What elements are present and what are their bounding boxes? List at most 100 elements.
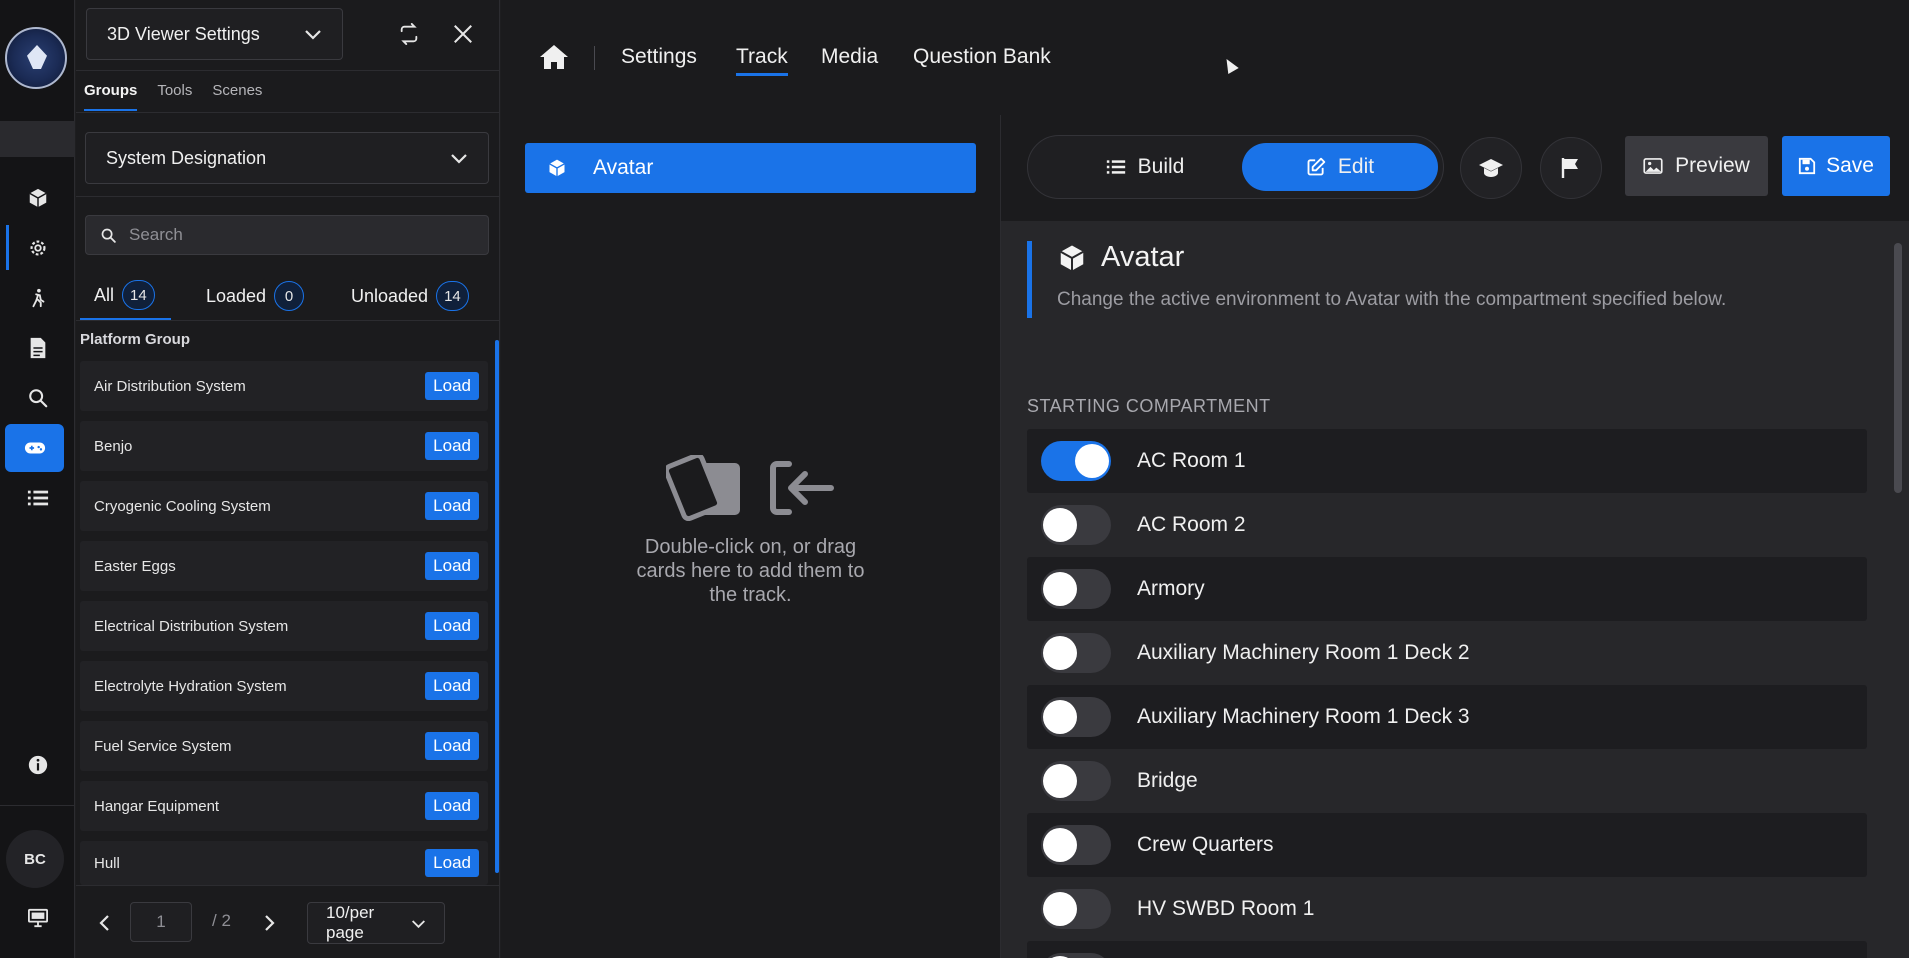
compartment-toggle[interactable] xyxy=(1041,441,1111,481)
nav-media[interactable]: Media xyxy=(821,45,878,69)
compartment-toggle[interactable] xyxy=(1041,889,1111,929)
load-button[interactable]: Load xyxy=(425,432,479,460)
filter-loaded-label: Loaded xyxy=(206,285,267,306)
item-name: Electrical Distribution System xyxy=(94,617,289,635)
filter-loaded[interactable]: Loaded 0 xyxy=(206,272,305,320)
preview-label: Preview xyxy=(1675,154,1750,177)
filters-divider xyxy=(76,320,500,321)
rail-item-document[interactable] xyxy=(0,324,75,372)
editor-scrollbar[interactable] xyxy=(1894,243,1902,493)
compartment-toggle[interactable] xyxy=(1041,761,1111,801)
nav-divider xyxy=(594,46,595,70)
tab-tools[interactable]: Tools xyxy=(157,82,192,111)
editor-column: Build Edit Preview Save Avatar Change th… xyxy=(1000,115,1909,958)
compartment-name: Auxiliary Machinery Room 1 Deck 2 xyxy=(1137,641,1470,664)
nav-question-bank[interactable]: Question Bank xyxy=(913,45,1051,69)
list-scrollbar[interactable] xyxy=(495,340,499,873)
per-page-select[interactable]: 10/per page xyxy=(307,902,445,944)
user-avatar[interactable]: BC xyxy=(6,830,64,888)
compartment-toggle[interactable] xyxy=(1041,697,1111,737)
toggle-knob xyxy=(1043,700,1077,734)
compartment-row[interactable]: Auxiliary Machinery Room 1 Deck 2 xyxy=(1027,621,1867,685)
rail-item-list[interactable] xyxy=(0,474,75,522)
load-button[interactable]: Load xyxy=(425,492,479,520)
compartment-row[interactable]: AC Room 2 xyxy=(1027,493,1867,557)
list-item: Fuel Service System Load xyxy=(80,721,488,771)
rail-item-gamepad[interactable] xyxy=(5,424,64,472)
rail-item-walk[interactable] xyxy=(0,274,75,322)
compartment-row[interactable]: Bridge xyxy=(1027,749,1867,813)
chevron-right-icon[interactable] xyxy=(264,914,276,932)
track-dropzone[interactable]: Double-click on, or drag cards here to a… xyxy=(501,452,1000,607)
search-input[interactable] xyxy=(129,225,469,245)
rail-item-info[interactable] xyxy=(0,741,75,789)
compartment-name: Crew Quarters xyxy=(1137,833,1274,856)
load-button[interactable]: Load xyxy=(425,612,479,640)
home-icon[interactable] xyxy=(539,44,569,70)
load-button[interactable]: Load xyxy=(425,732,479,760)
rail-item-search[interactable] xyxy=(0,374,75,422)
filter-unloaded-label: Unloaded xyxy=(351,285,429,306)
user-initials: BC xyxy=(24,850,46,868)
save-button[interactable]: Save xyxy=(1782,136,1890,196)
pager-divider xyxy=(76,885,500,886)
filter-unloaded[interactable]: Unloaded 14 xyxy=(351,272,469,320)
load-button[interactable]: Load xyxy=(425,552,479,580)
refresh-button[interactable] xyxy=(389,14,429,54)
preview-button[interactable]: Preview xyxy=(1625,136,1768,196)
group-heading: Platform Group xyxy=(80,331,191,348)
card-title: Avatar xyxy=(1101,241,1185,273)
training-mode-button[interactable] xyxy=(1460,137,1522,199)
gear-icon xyxy=(29,240,46,256)
load-button[interactable]: Load xyxy=(425,849,479,877)
nav-track[interactable]: Track xyxy=(736,45,788,76)
cube-icon xyxy=(549,159,565,177)
load-button[interactable]: Load xyxy=(425,672,479,700)
card-title-row: Avatar xyxy=(1057,241,1867,274)
chevron-left-icon[interactable] xyxy=(98,914,110,932)
compartment-row[interactable]: Crew Quarters xyxy=(1027,813,1867,877)
build-button[interactable]: Build xyxy=(1086,143,1204,191)
save-label: Save xyxy=(1826,154,1874,177)
card-heading: Avatar Change the active environment to … xyxy=(1027,241,1867,318)
compartment-toggle[interactable] xyxy=(1041,569,1111,609)
edit-button[interactable]: Edit xyxy=(1242,143,1438,191)
close-panel-button[interactable] xyxy=(443,14,483,54)
rail-item-settings[interactable] xyxy=(0,224,75,272)
app-rail: BC xyxy=(0,0,75,958)
compartment-toggle[interactable] xyxy=(1041,505,1111,545)
item-name: Cryogenic Cooling System xyxy=(94,497,271,515)
list-item: Easter Eggs Load xyxy=(80,541,488,591)
flag-button[interactable] xyxy=(1540,137,1602,199)
chevron-down-icon xyxy=(305,30,321,40)
viewer-settings-select[interactable]: 3D Viewer Settings xyxy=(86,8,343,60)
track-card-avatar[interactable]: Avatar xyxy=(525,143,976,193)
tab-scenes[interactable]: Scenes xyxy=(212,82,262,111)
compartment-row-partial[interactable] xyxy=(1027,941,1867,958)
filter-all[interactable]: All 14 xyxy=(80,272,171,320)
compartment-row[interactable]: Auxiliary Machinery Room 1 Deck 3 xyxy=(1027,685,1867,749)
track-card-label: Avatar xyxy=(593,156,654,179)
compartment-row[interactable]: AC Room 1 xyxy=(1027,429,1867,493)
compartment-row[interactable]: HV SWBD Room 1 xyxy=(1027,877,1867,941)
group-by-select[interactable]: System Designation xyxy=(85,132,489,184)
compartment-row[interactable]: Armory xyxy=(1027,557,1867,621)
load-button[interactable]: Load xyxy=(425,372,479,400)
load-button[interactable]: Load xyxy=(425,792,479,820)
flag-icon xyxy=(1561,158,1578,178)
rail-item-display[interactable] xyxy=(0,894,75,942)
compartment-toggle[interactable] xyxy=(1041,953,1111,958)
filter-loaded-count: 0 xyxy=(274,281,305,311)
nav-settings[interactable]: Settings xyxy=(621,45,697,69)
edit-icon xyxy=(1307,157,1326,176)
editor-content: Avatar Change the active environment to … xyxy=(1001,221,1909,958)
filter-all-label: All xyxy=(94,284,115,305)
page-number-input[interactable] xyxy=(130,902,192,942)
per-page-label: 10/per page xyxy=(326,903,375,942)
rail-item-cube[interactable] xyxy=(0,174,75,222)
build-label: Build xyxy=(1137,155,1185,178)
tab-groups[interactable]: Groups xyxy=(84,82,138,111)
compartment-toggle[interactable] xyxy=(1041,633,1111,673)
compartment-toggle[interactable] xyxy=(1041,825,1111,865)
toggle-knob xyxy=(1043,572,1077,606)
